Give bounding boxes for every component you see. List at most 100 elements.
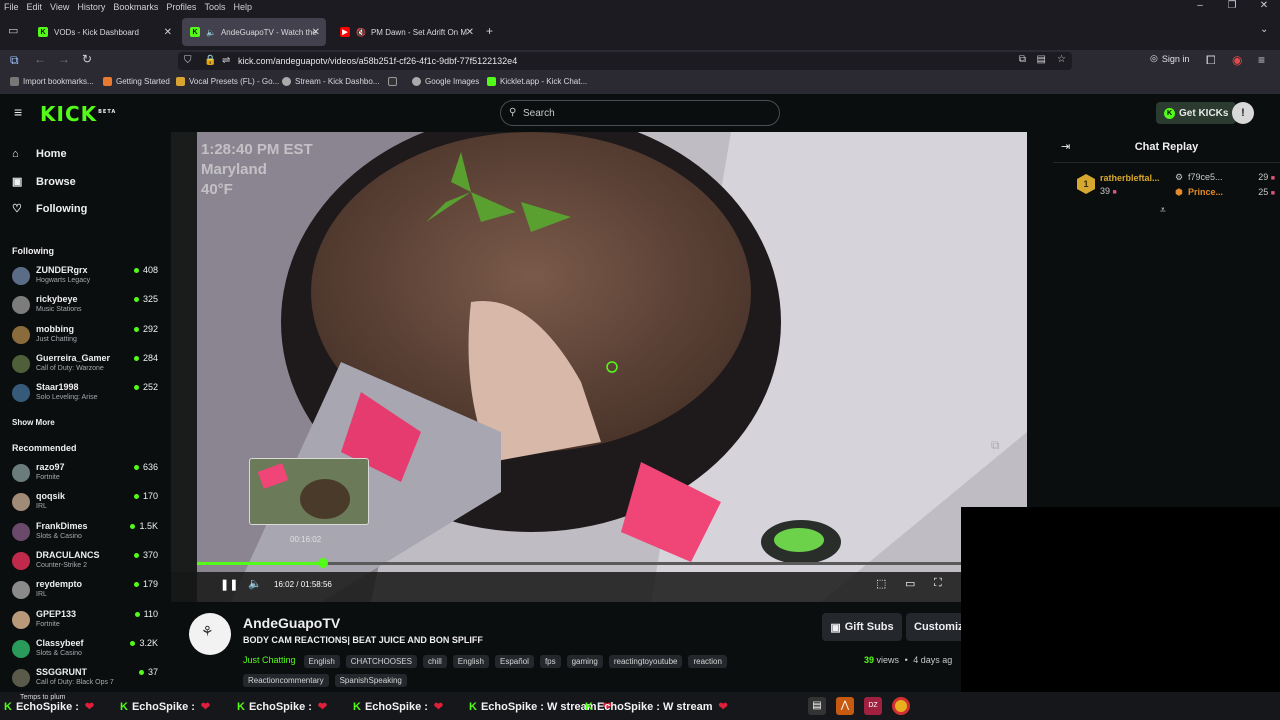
close-tab-icon[interactable]: ✕	[164, 27, 172, 38]
pause-icon[interactable]: ❚❚	[220, 578, 238, 591]
sidebar-toggle-icon[interactable]: ⧉	[10, 53, 19, 68]
menu-edit[interactable]: Edit	[27, 2, 43, 12]
reader-view-icon[interactable]: ▤	[1037, 54, 1046, 65]
volume-icon[interactable]: 🔈	[248, 577, 262, 590]
sidebar-channel[interactable]: mobbing Just Chatting 292	[12, 324, 162, 350]
shield-icon[interactable]: ⛉	[184, 55, 192, 66]
close-tab-icon[interactable]: ✕	[312, 27, 320, 38]
channel-avatar	[12, 464, 30, 482]
leaderboard-name[interactable]: Prince...	[1188, 187, 1223, 197]
stream-tag[interactable]: SpanishSpeaking	[334, 674, 407, 687]
video-player[interactable]: 1:28:40 PM EST Maryland 40°F ⧉ 00:16:02 …	[171, 132, 1027, 602]
speaker-icon[interactable]: 🔈	[206, 28, 216, 37]
sidebar-channel[interactable]: ZUNDERgrx Hogwarts Legacy 408	[12, 265, 162, 291]
app-icon[interactable]: DZ	[864, 697, 882, 715]
sidebar-channel[interactable]: DRACULANCS Counter-Strike 2 370	[12, 550, 162, 576]
stream-tag[interactable]: fps	[539, 655, 561, 668]
sidebar-channel[interactable]: Staar1998 Solo Leveling: Arise 252	[12, 382, 162, 408]
sidebar-channel[interactable]: Guerreira_Gamer Call of Duty: Warzone 284	[12, 353, 162, 379]
bookmark-vocal-presets[interactable]: Vocal Presets (FL) - Go...	[176, 77, 279, 86]
search-input[interactable]: ⚲ Search	[500, 100, 780, 126]
bookmark-getting-started[interactable]: Getting Started	[103, 77, 170, 86]
permissions-icon[interactable]: ⇌	[222, 55, 230, 66]
seek-bar[interactable]	[197, 558, 1027, 568]
restore-icon[interactable]: ❐	[1216, 0, 1248, 14]
picture-in-picture-icon[interactable]: ⧉	[1019, 54, 1026, 65]
theater-mode-icon[interactable]: ▭	[905, 577, 915, 590]
tab-andeguapo[interactable]: K 🔈 AndeGuapoTV - Watch the ✕	[182, 18, 326, 46]
stream-tag[interactable]: reaction	[688, 655, 727, 668]
sidebar-channel[interactable]: SSGGRUNT Call of Duty: Black Ops 7 37	[12, 667, 162, 693]
show-more-link[interactable]: Show More	[12, 418, 55, 427]
tab-list-icon[interactable]: ▭	[8, 24, 18, 37]
get-kicks-button[interactable]: K Get KICKs	[1156, 102, 1237, 124]
chrome-icon[interactable]	[892, 697, 910, 715]
hamburger-menu-icon[interactable]: ≡	[14, 104, 22, 120]
channel-avatar[interactable]: ⚘	[189, 613, 231, 655]
user-avatar[interactable]: !	[1232, 102, 1254, 124]
sidebar-channel[interactable]: qoqsik IRL 170	[12, 491, 162, 517]
close-tab-icon[interactable]: ✕	[466, 27, 474, 38]
stream-tag[interactable]: English	[303, 655, 340, 668]
stream-tag[interactable]: CHATCHOOSES	[345, 655, 417, 668]
sidebar-channel[interactable]: rickybeye Music Stations 325	[12, 294, 162, 320]
stream-tag[interactable]: gaming	[566, 655, 603, 668]
clip-icon[interactable]: ⬚	[876, 577, 886, 590]
stream-tag[interactable]: Reactioncommentary	[243, 674, 329, 687]
app-icon[interactable]: ⋀	[836, 697, 854, 715]
menu-profiles[interactable]: Profiles	[166, 2, 196, 12]
app-icon[interactable]: ▤	[808, 697, 826, 715]
stream-tag[interactable]: chill	[422, 655, 447, 668]
bookmark-star-icon[interactable]: ☆	[1057, 54, 1066, 65]
list-all-tabs-icon[interactable]: ⌄	[1260, 24, 1268, 35]
forward-icon[interactable]: →	[58, 52, 70, 66]
menu-file[interactable]: File	[4, 2, 19, 12]
sidebar-channel[interactable]: GPEP133 Fortnite 110	[12, 609, 162, 635]
mute-icon[interactable]: 🔇	[356, 28, 366, 37]
globe-icon	[282, 77, 291, 86]
bookmark-import[interactable]: Import bookmarks...	[10, 77, 94, 86]
addon-icon[interactable]: ◉	[1232, 53, 1242, 67]
menu-help[interactable]: Help	[233, 2, 252, 12]
stream-tag[interactable]: Español	[495, 655, 534, 668]
seek-progress	[197, 562, 324, 565]
sidebar-channel[interactable]: reydempto IRL 179	[12, 579, 162, 605]
category-link[interactable]: Just Chatting	[243, 655, 296, 665]
menu-tools[interactable]: Tools	[204, 2, 225, 12]
sidebar-channel[interactable]: FrankDimes Slots & Casino 1.5K	[12, 521, 162, 547]
fullscreen-icon[interactable]: ⛶	[934, 577, 942, 590]
customize-button[interactable]: Customiz	[906, 613, 961, 641]
minimize-icon[interactable]: –	[1184, 0, 1216, 14]
lock-icon[interactable]: 🔒	[204, 55, 216, 66]
extensions-icon[interactable]: ⧠	[1206, 53, 1216, 68]
tab-pm-dawn[interactable]: ▶ 🔇 PM Dawn - Set Adrift On M ✕	[332, 18, 480, 46]
kick-logo[interactable]: KICKBETA	[40, 102, 116, 126]
tab-vods[interactable]: K VODs - Kick Dashboard ✕	[30, 18, 178, 46]
bookmark-google-images[interactable]: Google Images	[412, 77, 479, 86]
menu-view[interactable]: View	[50, 2, 69, 12]
sidebar-channel[interactable]: razo97 Fortnite 636	[12, 462, 162, 488]
bookmark-s[interactable]	[388, 77, 401, 86]
stream-tag[interactable]: reactingtoyoutube	[608, 655, 683, 668]
app-menu-icon[interactable]: ≡	[1258, 53, 1265, 67]
channel-name[interactable]: AndeGuapoTV	[243, 615, 340, 631]
gift-subs-button[interactable]: ▣ Gift Subs	[822, 613, 902, 641]
sidebar-channel[interactable]: Classybeef Slots & Casino 3.2K	[12, 638, 162, 664]
bookmark-stream-kick[interactable]: Stream - Kick Dashbo...	[282, 77, 379, 86]
new-tab-icon[interactable]: +	[486, 24, 493, 38]
stream-tag[interactable]: English	[452, 655, 490, 668]
menu-bookmarks[interactable]: Bookmarks	[113, 2, 158, 12]
nav-browse[interactable]: ▣ Browse	[12, 175, 76, 189]
nav-home[interactable]: ⌂ Home	[12, 148, 67, 160]
menu-history[interactable]: History	[77, 2, 105, 12]
close-window-icon[interactable]: ✕	[1248, 0, 1280, 14]
reload-icon[interactable]: ↻	[82, 52, 92, 66]
bookmark-kicklet[interactable]: Kicklet.app - Kick Chat...	[487, 77, 587, 86]
expand-leaderboard-icon[interactable]: ⩡	[1160, 205, 1166, 216]
back-icon[interactable]: ←	[34, 52, 46, 66]
leaderboard-name[interactable]: f79ce5...	[1188, 172, 1223, 182]
sign-in-button[interactable]: ◎ Sign in	[1150, 53, 1189, 64]
nav-following[interactable]: ♡ Following	[12, 202, 87, 216]
gift-leader-name[interactable]: ratherbleftal...	[1100, 173, 1160, 183]
address-bar[interactable]: ⛉ 🔒 ⇌ kick.com/andeguapotv/videos/a58b25…	[178, 52, 1072, 70]
